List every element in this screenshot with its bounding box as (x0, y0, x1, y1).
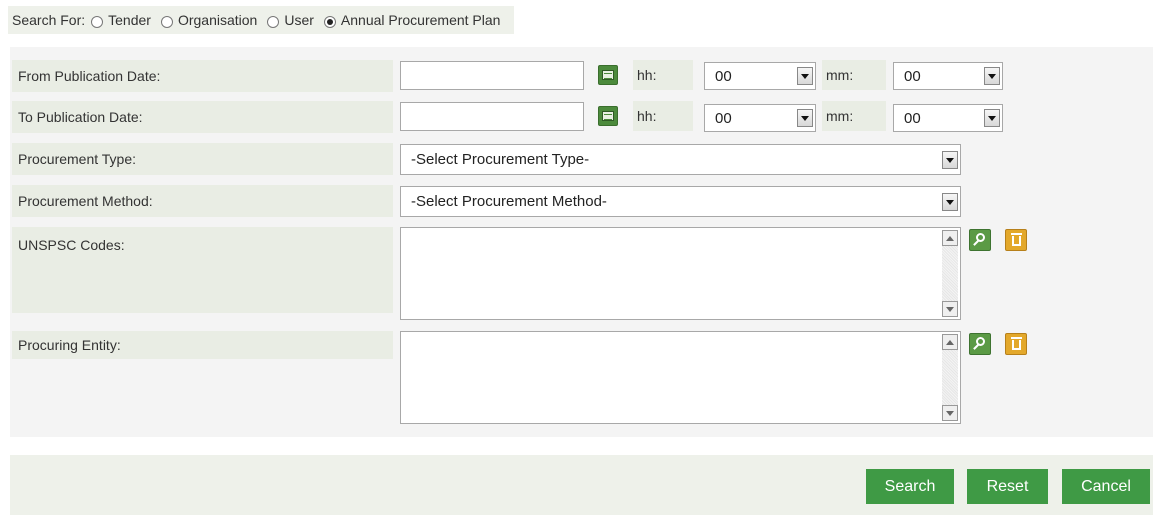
unspsc-codes-textarea[interactable] (400, 227, 961, 320)
option-organisation-label[interactable]: Organisation (178, 12, 257, 28)
scrollbar[interactable] (942, 230, 958, 317)
unspsc-clear-button[interactable] (1005, 229, 1027, 251)
trash-icon (1011, 233, 1022, 246)
search-button[interactable]: Search (866, 469, 954, 504)
scroll-up-icon[interactable] (942, 230, 958, 246)
scroll-down-icon[interactable] (942, 405, 958, 421)
procurement-type-select[interactable]: -Select Procurement Type- (400, 144, 961, 175)
chevron-down-icon[interactable] (984, 109, 1000, 127)
option-user[interactable]: User (267, 12, 314, 28)
to-date-input[interactable] (400, 102, 584, 131)
search-for-label: Search For: (12, 12, 86, 28)
reset-button[interactable]: Reset (967, 469, 1048, 504)
calendar-icon[interactable] (598, 65, 618, 85)
unspsc-codes-label: UNSPSC Codes: (12, 227, 393, 313)
chevron-down-icon[interactable] (797, 109, 813, 127)
chevron-down-icon[interactable] (984, 67, 1000, 85)
calendar-icon[interactable] (598, 106, 618, 126)
unspsc-lookup-button[interactable] (969, 229, 991, 251)
radio-tender[interactable] (91, 16, 104, 28)
entity-lookup-button[interactable] (969, 333, 991, 355)
option-annual-procurement-plan-label[interactable]: Annual Procurement Plan (341, 12, 501, 28)
procurement-method-select[interactable]: -Select Procurement Method- (400, 186, 961, 217)
entity-clear-button[interactable] (1005, 333, 1027, 355)
scroll-down-icon[interactable] (942, 301, 958, 317)
procuring-entity-label: Procuring Entity: (12, 331, 393, 359)
radio-organisation[interactable] (160, 16, 173, 28)
from-date-label: From Publication Date: (12, 60, 393, 92)
radio-user[interactable] (267, 16, 280, 28)
chevron-down-icon[interactable] (942, 150, 958, 169)
to-hh-value: 00 (715, 109, 732, 127)
scroll-up-icon[interactable] (942, 334, 958, 350)
from-hh-value: 00 (715, 67, 732, 85)
from-hh-select[interactable]: 00 (704, 62, 816, 90)
procurement-type-value: -Select Procurement Type- (411, 151, 590, 168)
option-tender[interactable]: Tender (91, 12, 151, 28)
to-mm-label: mm: (822, 101, 886, 131)
scrollbar[interactable] (942, 334, 958, 421)
to-hh-select[interactable]: 00 (704, 104, 816, 132)
from-hh-label: hh: (633, 60, 693, 90)
trash-icon (1011, 337, 1022, 350)
chevron-down-icon[interactable] (942, 192, 958, 211)
to-mm-select[interactable]: 00 (893, 104, 1003, 132)
option-annual-procurement-plan[interactable]: Annual Procurement Plan (323, 12, 501, 28)
magnifier-icon (976, 233, 985, 242)
procurement-type-label: Procurement Type: (12, 143, 393, 175)
to-date-label: To Publication Date: (12, 101, 393, 133)
procuring-entity-textarea[interactable] (400, 331, 961, 424)
cancel-button[interactable]: Cancel (1062, 469, 1150, 504)
to-mm-value: 00 (904, 109, 921, 127)
procurement-method-label: Procurement Method: (12, 185, 393, 217)
chevron-down-icon[interactable] (797, 67, 813, 85)
from-date-input[interactable] (400, 61, 584, 90)
option-user-label[interactable]: User (284, 12, 314, 28)
from-mm-select[interactable]: 00 (893, 62, 1003, 90)
radio-annual-procurement-plan[interactable] (323, 16, 336, 28)
from-mm-value: 00 (904, 67, 921, 85)
option-tender-label[interactable]: Tender (108, 12, 151, 28)
option-organisation[interactable]: Organisation (160, 12, 257, 28)
magnifier-icon (976, 337, 985, 346)
from-mm-label: mm: (822, 60, 886, 90)
search-for-bar: Search For: Tender Organisation User Ann… (8, 6, 515, 34)
to-hh-label: hh: (633, 101, 693, 131)
procurement-method-value: -Select Procurement Method- (411, 193, 607, 210)
